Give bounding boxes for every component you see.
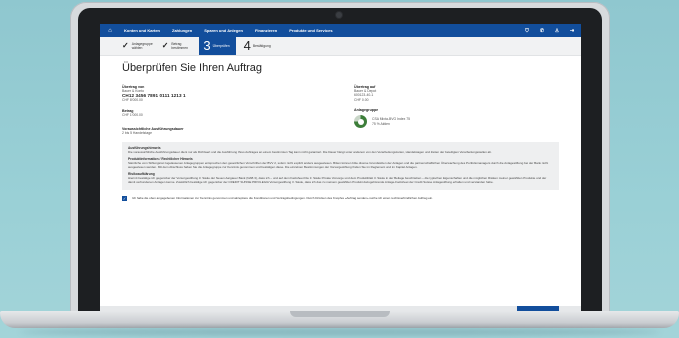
to-balance: CHF 0.00	[354, 97, 369, 102]
execution-info: Voraussichtliche Ausführungsdauer 2 bis …	[122, 127, 354, 135]
notice-text-product: Sämtliche vom Stiftungsrat zugelassenen …	[128, 160, 549, 169]
amount-value: CHF 1'000.00	[122, 112, 143, 117]
step-label: Überprüfen	[212, 44, 230, 48]
laptop-shadow	[20, 328, 660, 336]
terms-text: Ich habe die oben angegebenen Informatio…	[132, 195, 434, 200]
group-label: Anlagegruppe	[354, 108, 379, 113]
investment-group: CSA Mixta-BVG Index 75 75 % Aktien	[354, 115, 559, 129]
from-balance: CHF 8'000.00	[122, 98, 143, 103]
order-summary: Übertrag von Bauer & Konto CH12 3456 789…	[122, 82, 559, 136]
camera-icon	[336, 12, 342, 18]
laptop-notch	[290, 311, 390, 317]
step-anlagegruppe[interactable]: ✓ Anlagegruppe wählen	[122, 37, 154, 55]
nav-item-sparen[interactable]: Sparen und Anlegen	[204, 28, 243, 33]
laptop-screen: ⌂ Konten und Karten Zahlungen Sparen und…	[100, 24, 581, 312]
step-label: Bestätigung	[252, 44, 271, 48]
shield-icon[interactable]: ⛉	[524, 28, 530, 34]
top-navigation: ⌂ Konten und Karten Zahlungen Sparen und…	[100, 24, 581, 37]
progress-stepper: ✓ Anlagegruppe wählen ✓ Betrag bestimmen…	[100, 37, 581, 56]
nav-item-zahlungen[interactable]: Zahlungen	[172, 28, 192, 33]
check-icon: ✓	[122, 41, 129, 50]
nav-item-produkte[interactable]: Produkte und Services	[289, 28, 332, 33]
group-share: 75 % Aktien	[372, 121, 390, 126]
notice-text-risk: Hiermit bestätige ich gegenüber der Vors…	[128, 175, 547, 184]
logout-icon[interactable]: ⇥	[569, 28, 575, 34]
nav-item-finanzieren[interactable]: Finanzieren	[255, 28, 277, 33]
step-number: 4	[243, 38, 251, 53]
user-icon[interactable]: ♙	[554, 28, 560, 34]
phone-icon[interactable]: ✆	[539, 28, 545, 34]
group-details: CSA Mixta-BVG Index 75 75 % Aktien	[372, 117, 410, 126]
step-label: Anlagegruppe wählen	[131, 42, 153, 50]
notice-text-execution: Die voraussichtliche Ausführungsdauer di…	[128, 149, 492, 154]
terms-agreement: ✓ Ich habe die oben angegebenen Informat…	[122, 196, 559, 202]
legal-notice-panel: Ausführungshinweis Die voraussichtliche …	[122, 141, 559, 190]
home-icon[interactable]: ⌂	[106, 28, 114, 34]
source-column: Übertrag von Bauer & Konto CH12 3456 789…	[122, 82, 354, 136]
step-ueberpruefen: 3 Überprüfen	[199, 37, 236, 55]
step-label: Betrag bestimmen	[171, 42, 188, 50]
step-betrag[interactable]: ✓ Betrag bestimmen	[162, 37, 192, 55]
check-icon: ✓	[161, 41, 169, 50]
step-bestaetigung: 4 Bestätigung	[244, 37, 271, 55]
step-number: 3	[203, 38, 211, 53]
target-column: Übertrag auf Bauer & Depot 600123-40-1 C…	[354, 82, 559, 136]
execution-value: 2 bis 5 Handelstage	[122, 131, 152, 136]
main-content: Überprüfen Sie Ihren Auftrag Übertrag vo…	[100, 56, 581, 202]
terms-checkbox[interactable]: ✓	[122, 196, 127, 202]
nav-item-konten[interactable]: Konten und Karten	[124, 28, 160, 33]
allocation-donut-icon	[354, 115, 367, 129]
page-title: Überprüfen Sie Ihren Auftrag	[122, 62, 263, 74]
